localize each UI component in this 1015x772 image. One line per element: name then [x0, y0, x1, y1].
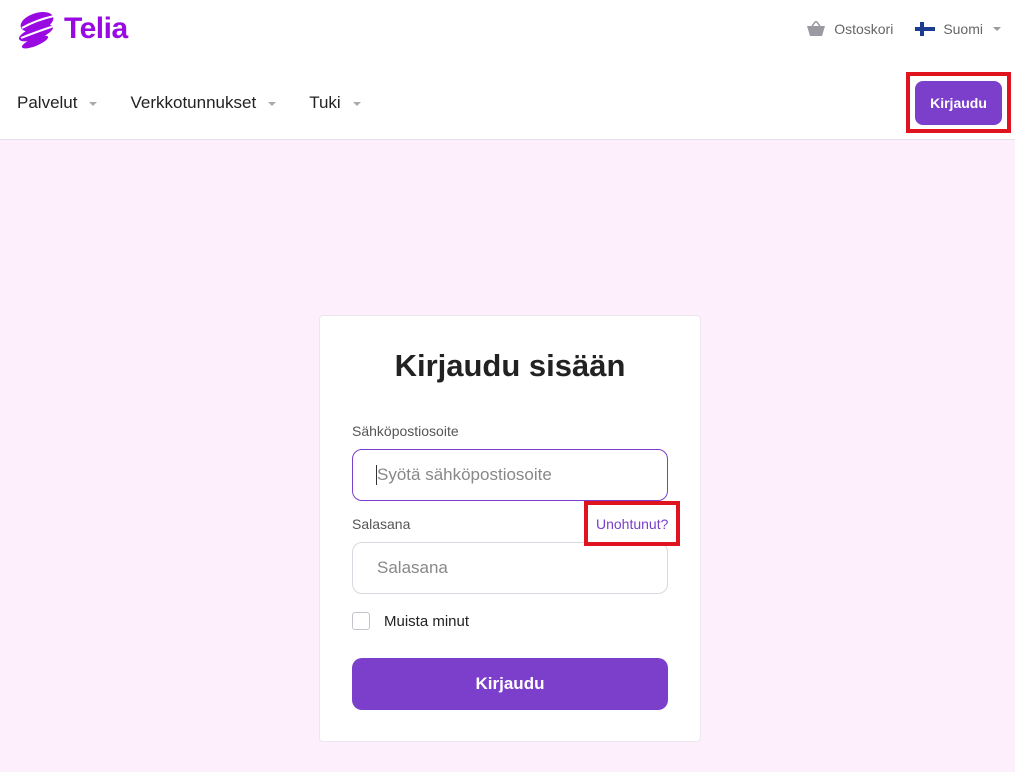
- page-title: Kirjaudu sisään: [394, 348, 626, 383]
- basket-icon: [807, 21, 826, 36]
- forgot-password-link[interactable]: Unohtunut?: [596, 516, 668, 532]
- language-label: Suomi: [943, 21, 983, 37]
- site-header: Telia Ostoskori Suomi Palvelut Verkkotun: [0, 0, 1015, 140]
- password-label: Salasana: [352, 516, 411, 532]
- chevron-down-icon: [352, 101, 361, 106]
- language-selector[interactable]: Suomi: [915, 21, 1001, 37]
- nav-item-tuki[interactable]: Tuki: [309, 93, 361, 113]
- nav-item-verkkotunnukset[interactable]: Verkkotunnukset: [130, 93, 277, 113]
- remember-checkbox[interactable]: [352, 612, 370, 630]
- nav-item-label: Palvelut: [17, 93, 78, 112]
- finland-flag-icon: [915, 22, 936, 36]
- telia-logo-icon: [18, 11, 55, 49]
- email-label: Sähköpostiosoite: [352, 423, 459, 439]
- telia-logo[interactable]: Telia: [16, 8, 128, 50]
- chevron-down-icon: [268, 101, 277, 106]
- nav-item-label: Verkkotunnukset: [130, 93, 257, 112]
- submit-login-button[interactable]: Kirjaudu: [352, 658, 668, 710]
- remember-me[interactable]: Muista minut: [352, 612, 469, 630]
- cart-label: Ostoskori: [834, 21, 894, 37]
- chevron-down-icon: [89, 101, 98, 106]
- cart-link[interactable]: Ostoskori: [806, 21, 893, 37]
- nav-item-palvelut[interactable]: Palvelut: [17, 93, 98, 113]
- email-field[interactable]: [352, 449, 668, 501]
- text-cursor: [376, 465, 377, 485]
- chevron-down-icon: [993, 27, 1001, 31]
- login-card: Kirjaudu sisään Sähköpostiosoite Salasan…: [319, 315, 701, 742]
- nav-item-label: Tuki: [309, 93, 341, 112]
- utility-bar: Ostoskori Suomi: [806, 18, 1001, 40]
- password-field[interactable]: [352, 542, 668, 594]
- main-nav: Palvelut Verkkotunnukset Tuki: [17, 92, 361, 114]
- brand-name: Telia: [64, 12, 128, 45]
- remember-label: Muista minut: [384, 612, 470, 630]
- header-login-button[interactable]: Kirjaudu: [915, 81, 1002, 125]
